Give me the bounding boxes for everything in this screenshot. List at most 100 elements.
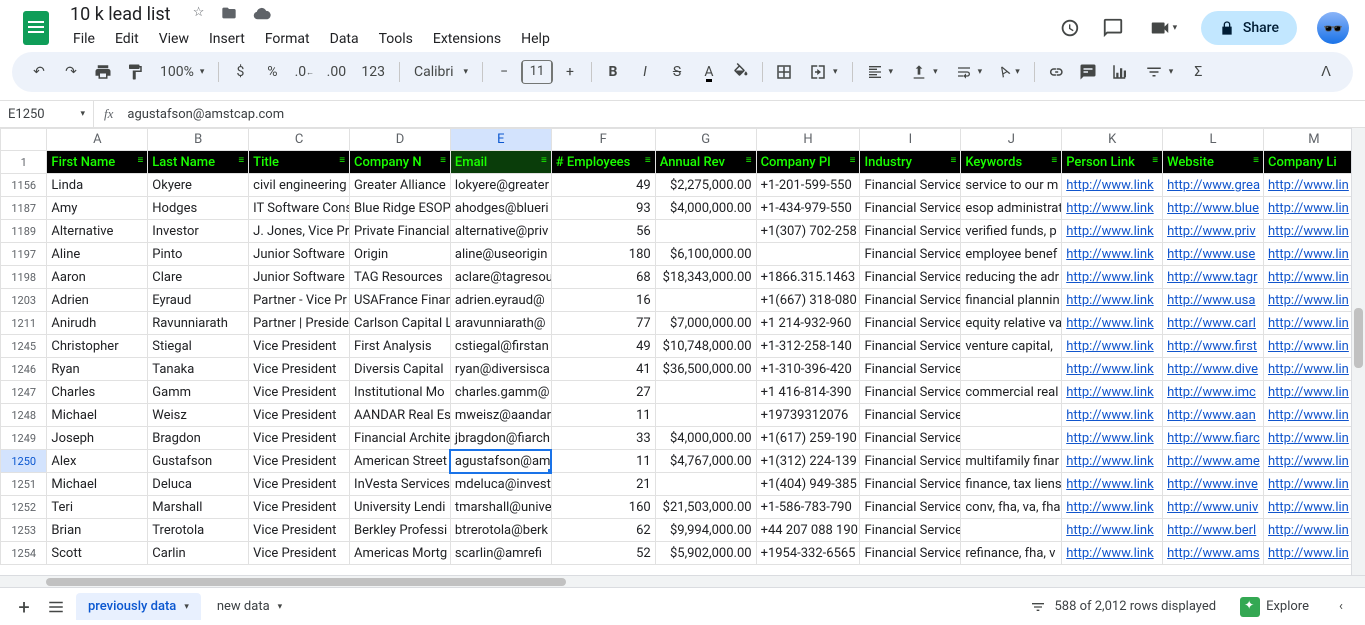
cell[interactable]: http://www.lin (1263, 243, 1364, 266)
cell[interactable]: +1-434-979-550 (756, 197, 860, 220)
cell[interactable]: $6,100,000.00 (655, 243, 756, 266)
cell[interactable]: aclare@tagresou (450, 266, 551, 289)
cell[interactable] (655, 381, 756, 404)
cell[interactable]: 93 (551, 197, 655, 220)
cell[interactable]: http://www.lin (1263, 358, 1364, 381)
cell[interactable]: 33 (551, 427, 655, 450)
spreadsheet-grid[interactable]: ABCDEFGHIJKLM 1First Name≡Last Name≡Titl… (0, 128, 1365, 565)
borders-button[interactable] (769, 57, 799, 87)
cell[interactable]: http://www.lin (1263, 450, 1364, 473)
cell[interactable]: Financial Service (860, 335, 961, 358)
cell[interactable]: Stiegal (148, 335, 249, 358)
cell[interactable]: http://www.lin (1263, 266, 1364, 289)
cell[interactable]: http://www.link (1062, 519, 1163, 542)
cell[interactable]: http://www.ams (1163, 542, 1264, 565)
cell[interactable]: charles.gamm@ (450, 381, 551, 404)
cell[interactable]: mweisz@aandar (450, 404, 551, 427)
cell[interactable]: Marshall (148, 496, 249, 519)
col-header-A[interactable]: A (47, 129, 148, 151)
cell[interactable]: Financial Service (860, 266, 961, 289)
cell[interactable]: http://www.link (1062, 473, 1163, 496)
cell[interactable]: http://www.link (1062, 450, 1163, 473)
cell[interactable]: AANDAR Real Es (350, 404, 451, 427)
cell[interactable]: Carlson Capital L (350, 312, 451, 335)
cell[interactable] (961, 519, 1062, 542)
cell[interactable]: Partner | Preside (249, 312, 350, 335)
cell[interactable]: http://www.link (1062, 404, 1163, 427)
cell[interactable]: J. Jones, Vice Pr (249, 220, 350, 243)
cell[interactable]: Financial Archite (350, 427, 451, 450)
cell[interactable]: http://www.link (1062, 220, 1163, 243)
cell[interactable]: Teri (47, 496, 148, 519)
cell[interactable]: +1954-332-6565 (756, 542, 860, 565)
cell[interactable]: Vice President (249, 335, 350, 358)
undo-button[interactable]: ↶ (24, 57, 54, 87)
cell[interactable]: +1 214-932-960 (756, 312, 860, 335)
paint-format-button[interactable] (120, 57, 150, 87)
cell[interactable]: http://www.lin (1263, 197, 1364, 220)
filter-header-cell[interactable]: # Employees≡ (551, 151, 655, 174)
cell[interactable]: 68 (551, 266, 655, 289)
filter-header-cell[interactable]: Annual Rev≡ (655, 151, 756, 174)
cell[interactable]: Vice President (249, 427, 350, 450)
cell[interactable]: http://www.link (1062, 312, 1163, 335)
cell[interactable]: Financial Service (860, 496, 961, 519)
cell[interactable]: Financial Services (860, 519, 961, 542)
row-header[interactable]: 1254 (1, 542, 47, 565)
cell[interactable]: Anirudh (47, 312, 148, 335)
cell[interactable]: Pinto (148, 243, 249, 266)
functions-button[interactable]: Σ (1183, 57, 1213, 87)
row-header[interactable]: 1 (1, 151, 47, 174)
cell[interactable]: Bragdon (148, 427, 249, 450)
cell[interactable]: Financial Services (860, 358, 961, 381)
vertical-scrollbar[interactable] (1351, 128, 1365, 575)
cell[interactable]: $18,343,000.00 (655, 266, 756, 289)
cell[interactable]: 160 (551, 496, 655, 519)
cell[interactable]: aravunniarath@ (450, 312, 551, 335)
cell[interactable] (655, 404, 756, 427)
cell[interactable]: Financial Service (860, 473, 961, 496)
cell[interactable]: 11 (551, 450, 655, 473)
cell[interactable]: Financial Service (860, 197, 961, 220)
row-header[interactable]: 1197 (1, 243, 47, 266)
cell[interactable]: http://www.link (1062, 174, 1163, 197)
menu-data[interactable]: Data (321, 27, 368, 51)
increase-font-button[interactable]: + (555, 57, 585, 87)
cell[interactable]: finance, tax liens (961, 473, 1062, 496)
row-header[interactable]: 1211 (1, 312, 47, 335)
menu-view[interactable]: View (150, 27, 198, 51)
cell[interactable]: Financial Service (860, 243, 961, 266)
cell[interactable]: http://www.first (1163, 335, 1264, 358)
row-header[interactable]: 1246 (1, 358, 47, 381)
cell[interactable]: University Lendi (350, 496, 451, 519)
col-header-E[interactable]: E (450, 129, 551, 151)
menu-file[interactable]: File (64, 27, 104, 51)
halign-button[interactable]: ▾ (859, 57, 902, 87)
row-header[interactable]: 1189 (1, 220, 47, 243)
cell[interactable]: Blue Ridge ESOP (350, 197, 451, 220)
row-header[interactable]: 1187 (1, 197, 47, 220)
filter-header-cell[interactable]: Title≡ (249, 151, 350, 174)
cell[interactable]: First Analysis (350, 335, 451, 358)
cell[interactable]: http://www.usa (1163, 289, 1264, 312)
cell[interactable]: http://www.lin (1263, 542, 1364, 565)
cell[interactable]: ahodges@blueri (450, 197, 551, 220)
text-color-button[interactable]: A (694, 57, 724, 87)
account-avatar[interactable]: 🕶️ (1317, 12, 1349, 44)
cell[interactable]: Financial Services (860, 427, 961, 450)
sheet-tab[interactable]: previously data▾ (76, 593, 201, 620)
cell[interactable]: Brian (47, 519, 148, 542)
add-sheet-button[interactable]: + (12, 595, 36, 619)
cell[interactable]: +1-312-258-140 (756, 335, 860, 358)
redo-button[interactable]: ↷ (56, 57, 86, 87)
cell[interactable]: verified funds, p (961, 220, 1062, 243)
cell[interactable]: esop administrat (961, 197, 1062, 220)
cell[interactable]: Vice President (249, 381, 350, 404)
cell[interactable]: http://www.link (1062, 542, 1163, 565)
cell[interactable]: Financial Service (860, 450, 961, 473)
cell[interactable]: http://www.lin (1263, 335, 1364, 358)
col-header-M[interactable]: M (1263, 129, 1364, 151)
cell[interactable]: http://www.lin (1263, 404, 1364, 427)
cell[interactable]: alternative@priv (450, 220, 551, 243)
side-panel-toggle[interactable]: ‹ (1329, 595, 1353, 619)
